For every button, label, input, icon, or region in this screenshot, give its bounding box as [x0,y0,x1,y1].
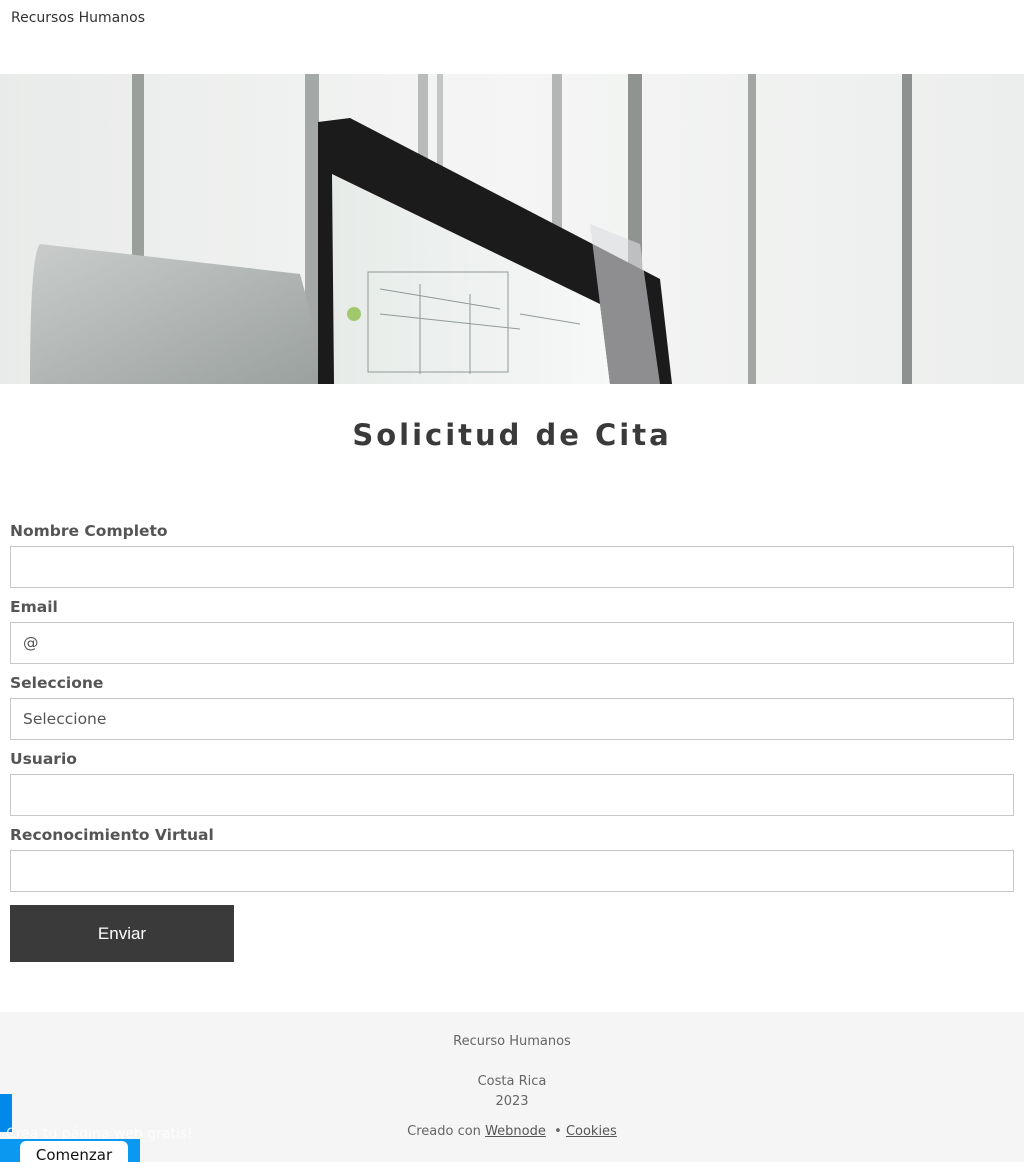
full-name-input[interactable] [10,546,1014,588]
select-label: Seleccione [10,674,104,692]
office-laptop-photo [0,74,1024,384]
user-label: Usuario [10,750,77,768]
hero-image [0,74,1024,384]
site-header: Recursos Humanos [0,0,1024,74]
virtual-recognition-label: Reconocimiento Virtual [10,826,214,844]
footer-year: 2023 [495,1094,529,1109]
submit-button[interactable]: Enviar [10,905,234,962]
appointment-form: Nombre Completo Email @ Seleccione Selec… [10,520,1014,900]
start-button[interactable]: Comenzar [20,1141,128,1165]
site-title[interactable]: Recursos Humanos [11,10,145,26]
page-title: Solicitud de Cita [352,418,672,452]
virtual-recognition-input[interactable] [10,850,1014,892]
footer-country: Costa Rica [477,1074,547,1089]
footer-company: Recurso Humanos [453,1034,571,1049]
footer-separator: • [554,1124,562,1139]
user-input[interactable] [10,774,1014,816]
cookies-link[interactable]: Cookies [566,1124,617,1139]
select-dropdown[interactable]: Seleccione [10,698,1014,740]
webnode-link[interactable]: Webnode [485,1124,546,1139]
email-label: Email [10,598,58,616]
email-input[interactable]: @ [10,622,1014,664]
created-with-text: Creado con [407,1124,481,1139]
full-name-label: Nombre Completo [10,522,168,540]
